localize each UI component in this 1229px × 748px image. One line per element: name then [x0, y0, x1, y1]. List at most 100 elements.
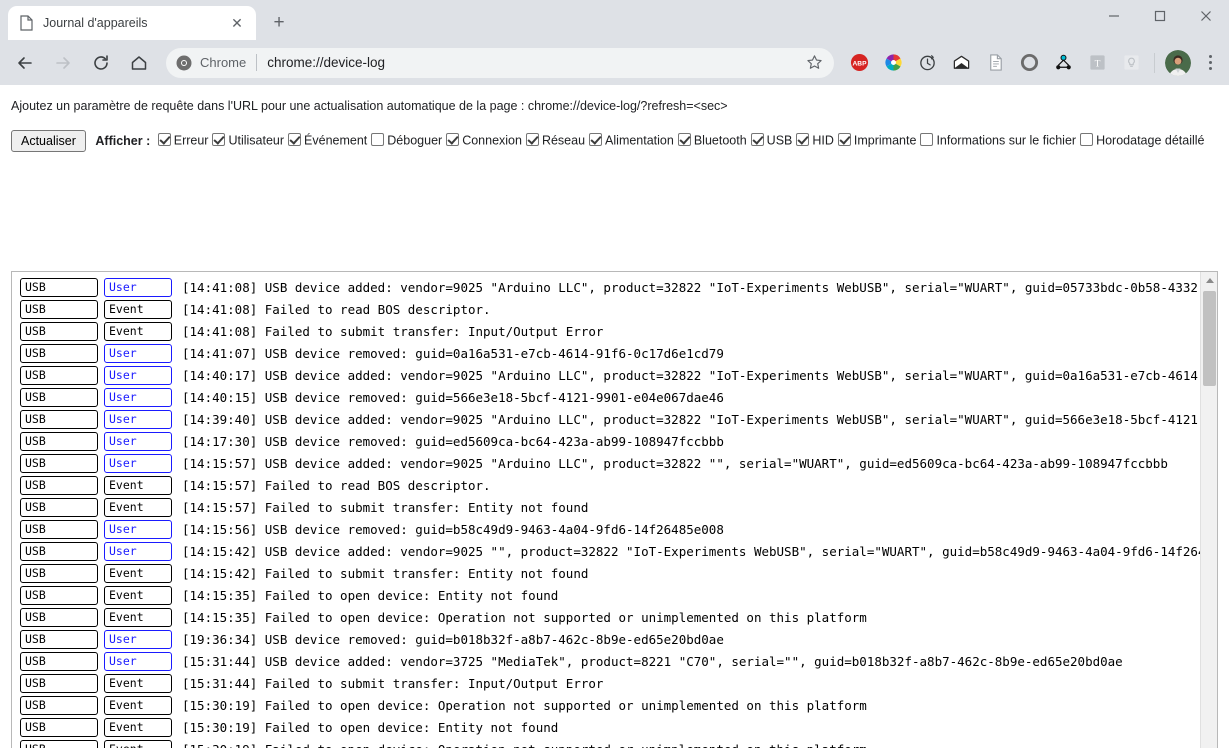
log-device-type-badge: USB: [20, 673, 98, 693]
log-row: USB Event [15:30:19] Failed to open device…: [12, 694, 1200, 716]
reload-icon[interactable]: [85, 47, 117, 79]
log-device-type-badge: USB: [20, 717, 98, 737]
text-tool-icon[interactable]: T: [1083, 49, 1111, 77]
log-message: [15:31:44] Failed to submit transfer: In…: [182, 675, 604, 691]
device-log-panel: USB User [14:41:08] USB device added: vend…: [11, 271, 1218, 748]
forward-icon[interactable]: [47, 47, 79, 79]
minimize-button[interactable]: [1091, 0, 1137, 32]
chrome-menu-icon[interactable]: [1197, 49, 1223, 77]
filter-utilisateur[interactable]: Utilisateur: [212, 127, 284, 154]
log-message: [15:30:19] Failed to open device: Operat…: [182, 697, 867, 713]
refresh-button[interactable]: Actualiser: [11, 129, 86, 152]
log-list[interactable]: USB User [14:41:08] USB device added: vend…: [12, 272, 1200, 748]
log-row: USB User [14:15:56] USB device removed: gu…: [12, 518, 1200, 540]
log-message: [14:17:30] USB device removed: guid=ed56…: [182, 433, 724, 449]
log-message: [14:41:08] Failed to submit transfer: In…: [182, 323, 604, 339]
filter-label: Événement: [304, 134, 368, 149]
log-message: [14:15:57] Failed to submit transfer: En…: [182, 499, 589, 515]
log-row: USB Event [14:15:57] Failed to submit tran…: [12, 496, 1200, 518]
checkbox[interactable]: [920, 133, 934, 147]
log-row: USB Event [14:41:08] Failed to read BOS de…: [12, 298, 1200, 320]
navigation-toolbar: Chrome chrome://device-log ABP T: [0, 40, 1229, 85]
vertical-scrollbar[interactable]: [1200, 272, 1217, 748]
log-source-badge: User: [104, 651, 172, 671]
filter-label: Connexion: [462, 134, 522, 149]
url-text[interactable]: chrome://device-log: [267, 55, 800, 70]
checkbox[interactable]: [750, 133, 764, 147]
checkbox[interactable]: [589, 133, 603, 147]
filter-horodatage-d-taill[interactable]: Horodatage détaillé: [1080, 127, 1205, 154]
mail-icon[interactable]: [947, 49, 975, 77]
filter-imprimante[interactable]: Imprimante: [837, 127, 916, 154]
back-icon[interactable]: [9, 47, 41, 79]
new-tab-button[interactable]: +: [265, 9, 293, 37]
log-row: USB Event [15:31:44] Failed to submit tran…: [12, 672, 1200, 694]
checkbox[interactable]: [837, 133, 851, 147]
scrollbar-thumb[interactable]: [1203, 291, 1216, 386]
circle-extension-icon[interactable]: [1015, 49, 1043, 77]
log-message: [14:39:40] USB device added: vendor=9025…: [182, 411, 1200, 427]
filter-connexion[interactable]: Connexion: [446, 127, 522, 154]
log-source-badge: User: [104, 541, 172, 561]
toolbar-divider: [1154, 52, 1155, 73]
checkbox[interactable]: [446, 133, 460, 147]
filter-alimentation[interactable]: Alimentation: [589, 127, 674, 154]
omnibox-divider: [256, 54, 258, 71]
chrome-label: Chrome: [200, 55, 247, 70]
checkbox[interactable]: [157, 133, 171, 147]
checkbox[interactable]: [677, 133, 691, 147]
filter-label: Erreur: [173, 134, 209, 149]
filter-usb[interactable]: USB: [750, 127, 792, 154]
checkbox[interactable]: [525, 133, 539, 147]
log-device-type-badge: USB: [20, 695, 98, 715]
network-graph-icon[interactable]: [1049, 49, 1077, 77]
filter-d-boguer[interactable]: Déboguer: [371, 127, 442, 154]
scroll-up-arrow-icon[interactable]: [1201, 272, 1217, 289]
bookmark-star-icon[interactable]: [800, 49, 828, 77]
filter-label: Réseau: [541, 134, 586, 149]
log-row: USB Event [15:30:19] Failed to open device…: [12, 738, 1200, 748]
log-row: USB User [19:36:34] USB device removed: gu…: [12, 628, 1200, 650]
browser-tab[interactable]: Journal d'appareils ✕: [8, 6, 256, 40]
filter-v-nement[interactable]: Événement: [288, 127, 367, 154]
filter-informations-sur-le-fichier[interactable]: Informations sur le fichier: [920, 127, 1076, 154]
filter-r-seau[interactable]: Réseau: [525, 127, 586, 154]
adblock-plus-icon[interactable]: ABP: [845, 49, 873, 77]
lightbulb-icon[interactable]: [1117, 49, 1145, 77]
log-device-type-badge: USB: [20, 387, 98, 407]
avatar[interactable]: [1165, 49, 1191, 76]
filter-bluetooth[interactable]: Bluetooth: [677, 127, 747, 154]
log-device-type-badge: USB: [20, 409, 98, 429]
log-device-type-badge: USB: [20, 519, 98, 539]
close-window-button[interactable]: [1183, 0, 1229, 32]
home-icon[interactable]: [123, 47, 155, 79]
log-device-type-badge: USB: [20, 453, 98, 473]
filter-hid[interactable]: HID: [796, 127, 834, 154]
checkbox[interactable]: [288, 133, 302, 147]
chrome-logo-icon: [176, 55, 192, 70]
filter-erreur[interactable]: Erreur: [157, 127, 209, 154]
checkbox[interactable]: [1080, 133, 1094, 147]
address-bar[interactable]: Chrome chrome://device-log: [166, 47, 834, 78]
history-sync-icon[interactable]: [913, 49, 941, 77]
close-tab-icon[interactable]: ✕: [228, 14, 246, 32]
tab-title: Journal d'appareils: [43, 16, 148, 30]
checkbox[interactable]: [212, 133, 226, 147]
maximize-button[interactable]: [1137, 0, 1183, 32]
svg-text:ABP: ABP: [852, 61, 867, 68]
log-message: [14:15:42] USB device added: vendor=9025…: [182, 543, 1200, 559]
refresh-hint-text: Ajoutez un paramètre de requête dans l'U…: [11, 99, 728, 113]
document-extension-icon[interactable]: [981, 49, 1009, 77]
log-source-badge: Event: [104, 497, 172, 517]
log-device-type-badge: USB: [20, 475, 98, 495]
log-source-badge: User: [104, 343, 172, 363]
checkbox[interactable]: [371, 133, 385, 147]
filter-label: HID: [812, 134, 834, 149]
color-wheel-icon[interactable]: [879, 49, 907, 77]
log-source-badge: Event: [104, 695, 172, 715]
log-device-type-badge: USB: [20, 629, 98, 649]
checkbox[interactable]: [796, 133, 810, 147]
log-row: USB User [14:40:15] USB device removed: gu…: [12, 386, 1200, 408]
log-device-type-badge: USB: [20, 431, 98, 451]
log-row: USB Event [14:15:35] Failed to open device…: [12, 606, 1200, 628]
